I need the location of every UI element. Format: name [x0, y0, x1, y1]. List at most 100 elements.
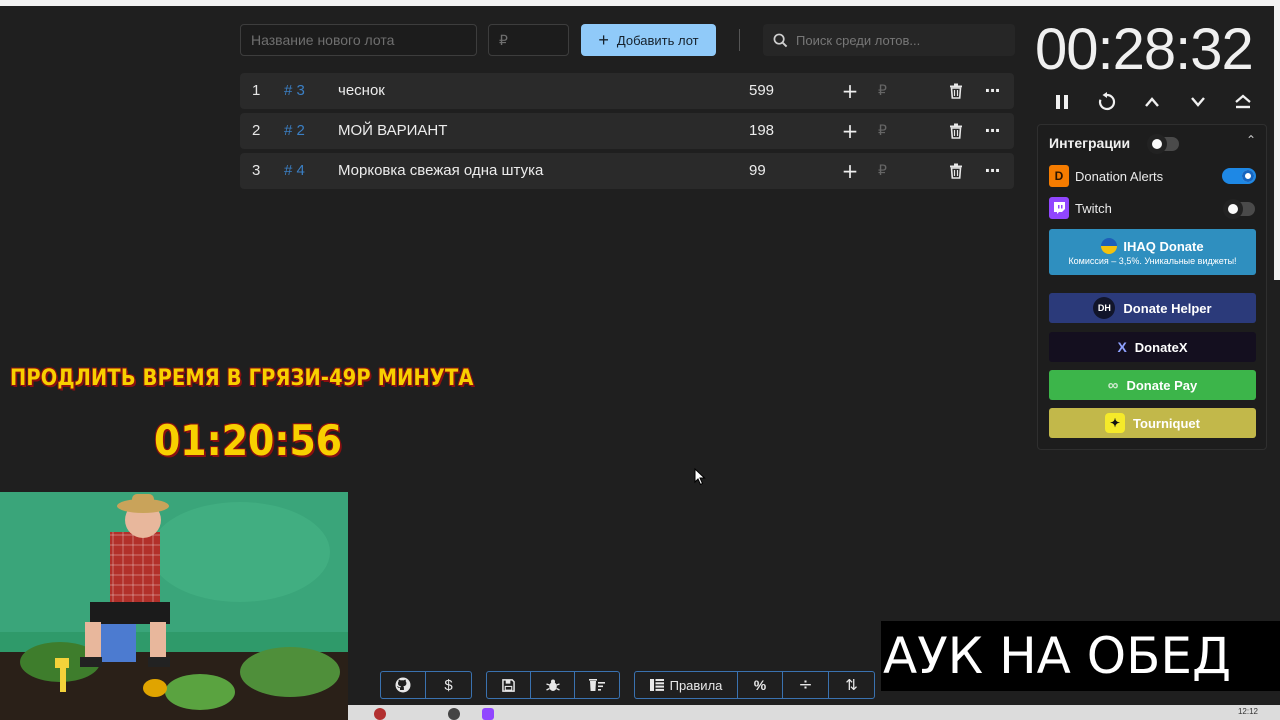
restart-icon: [1098, 92, 1116, 111]
twitch-icon: [1049, 197, 1069, 219]
lot-price-input[interactable]: [488, 24, 569, 56]
lot-search[interactable]: [763, 24, 1015, 56]
timer-controls: [1040, 88, 1265, 116]
overlay-timer: 01:20:56: [154, 416, 343, 465]
sort-icon: ⇅: [845, 676, 858, 694]
lot-amount[interactable]: 599: [749, 73, 774, 109]
auction-timer: 00:28:32: [1035, 17, 1254, 82]
sort-button[interactable]: ⇅: [829, 672, 874, 698]
add-amount-button[interactable]: +: [838, 73, 862, 109]
service-label: Twitch: [1075, 200, 1112, 216]
lot-row: 2 # 2 МОЙ ВАРИАНТ 198 + ₽ ···: [240, 113, 1014, 149]
search-icon: [773, 33, 788, 47]
plus-icon: +: [598, 30, 609, 50]
lot-name-input[interactable]: [240, 24, 477, 56]
taskbar-app-icon[interactable]: [448, 708, 460, 720]
donate-helper-icon: DH: [1093, 297, 1116, 319]
add-time-button[interactable]: [1138, 88, 1166, 116]
lot-amount[interactable]: 99: [749, 153, 766, 189]
service-label: Donation Alerts: [1075, 168, 1164, 184]
donate-helper-button[interactable]: DH Donate Helper: [1049, 293, 1256, 323]
service-twitch: Twitch: [1049, 196, 1112, 220]
add-amount-button[interactable]: +: [838, 113, 862, 149]
lot-name[interactable]: МОЙ ВАРИАНТ: [338, 113, 447, 149]
lot-id[interactable]: # 4: [284, 153, 305, 189]
toolbar-group-tools: [486, 671, 620, 699]
webcam-feed: [0, 492, 348, 720]
percent-icon: %: [753, 677, 767, 693]
percent-button[interactable]: %: [738, 672, 783, 698]
pause-button[interactable]: [1048, 88, 1076, 116]
trash-icon: [950, 123, 962, 139]
donatex-icon: X: [1117, 339, 1127, 355]
right-edge-strip: [1274, 0, 1280, 280]
promo-title: Tourniquet: [1133, 415, 1200, 431]
donate-pay-icon: ∞: [1107, 376, 1119, 394]
save-button[interactable]: [487, 672, 531, 698]
lot-id[interactable]: # 2: [284, 113, 305, 149]
lot-row: 1 # 3 чеснок 599 + ₽ ···: [240, 73, 1014, 109]
lot-id[interactable]: # 3: [284, 73, 305, 109]
donation-alerts-icon: D: [1049, 165, 1069, 187]
mouse-cursor-icon: [694, 468, 706, 486]
lot-row: 3 # 4 Морковка свежая одна штука 99 + ₽ …: [240, 153, 1014, 189]
taskbar-app-icon[interactable]: [374, 708, 386, 720]
donation-alerts-toggle[interactable]: [1222, 168, 1256, 184]
donate-pay-button[interactable]: ∞ Donate Pay: [1049, 370, 1256, 400]
report-bug-button[interactable]: [531, 672, 575, 698]
delete-lot-button[interactable]: [944, 153, 968, 189]
bug-icon: [545, 679, 560, 691]
donate-button[interactable]: $: [426, 672, 471, 698]
double-time-button[interactable]: [1229, 88, 1257, 116]
ihaq-donate-button[interactable]: IHAQ Donate Комиссия – 3,5%. Уникальные …: [1049, 229, 1256, 275]
add-lot-label: Добавить лот: [616, 32, 699, 48]
rules-label: Правила: [669, 677, 723, 693]
lot-currency: ₽: [878, 83, 887, 99]
lot-index: 2: [252, 122, 261, 139]
add-lot-button[interactable]: + Добавить лот: [581, 24, 716, 56]
more-icon[interactable]: ···: [980, 153, 1004, 189]
pause-icon: [1056, 95, 1068, 109]
integrations-toggle[interactable]: [1147, 134, 1179, 154]
github-button[interactable]: [381, 672, 426, 698]
promo-title: Donate Helper: [1123, 300, 1212, 316]
top-edge-strip: [0, 0, 1280, 6]
reduce-time-button[interactable]: [1184, 88, 1212, 116]
ihaq-icon: [1101, 238, 1118, 254]
lot-name[interactable]: Морковка свежая одна штука: [338, 153, 543, 189]
tourniquet-button[interactable]: ✦ Tourniquet: [1049, 408, 1256, 438]
delete-lot-button[interactable]: [944, 113, 968, 149]
clear-lots-button[interactable]: [575, 672, 619, 698]
lot-amount[interactable]: 198: [749, 113, 774, 149]
promo-title: IHAQ Donate: [1123, 238, 1204, 254]
more-icon[interactable]: ···: [980, 113, 1004, 149]
tourniquet-icon: ✦: [1105, 413, 1126, 433]
lot-name[interactable]: чеснок: [338, 73, 385, 109]
toolbar-group-settings: Правила % ÷ ⇅: [634, 671, 875, 699]
rules-button[interactable]: Правила: [635, 672, 738, 698]
clear-list-icon: [589, 678, 605, 691]
overlay-banner: ПРОДЛИТЬ ВРЕМЯ В ГРЯЗИ-49Р МИНУТА: [10, 366, 474, 391]
promo-title: Donate Pay: [1126, 377, 1198, 393]
donatex-button[interactable]: X DonateX: [1049, 332, 1256, 362]
taskbar-app-icon[interactable]: [482, 708, 494, 720]
chevron-up-icon[interactable]: ⌃: [1246, 133, 1256, 147]
lot-index: 3: [252, 162, 261, 179]
add-amount-button[interactable]: +: [838, 153, 862, 189]
toolbar-divider: [739, 29, 740, 51]
search-input[interactable]: [796, 32, 1006, 48]
promo-title: DonateX: [1134, 339, 1188, 355]
lot-currency: ₽: [878, 123, 887, 139]
split-button[interactable]: ÷: [783, 672, 829, 698]
twitch-toggle[interactable]: [1223, 199, 1255, 219]
lot-index: 1: [252, 82, 261, 99]
integrations-panel: Интеграции ⌃ D Donation Alerts Twitch IH…: [1037, 124, 1267, 450]
restart-button[interactable]: [1093, 88, 1121, 116]
more-icon[interactable]: ···: [980, 73, 1004, 109]
github-icon: [395, 677, 411, 693]
lot-currency: ₽: [878, 163, 887, 179]
eject-icon: [1235, 94, 1251, 109]
rules-icon: [649, 679, 664, 691]
delete-lot-button[interactable]: [944, 73, 968, 109]
taskbar-clock: 12:12: [1237, 707, 1258, 716]
